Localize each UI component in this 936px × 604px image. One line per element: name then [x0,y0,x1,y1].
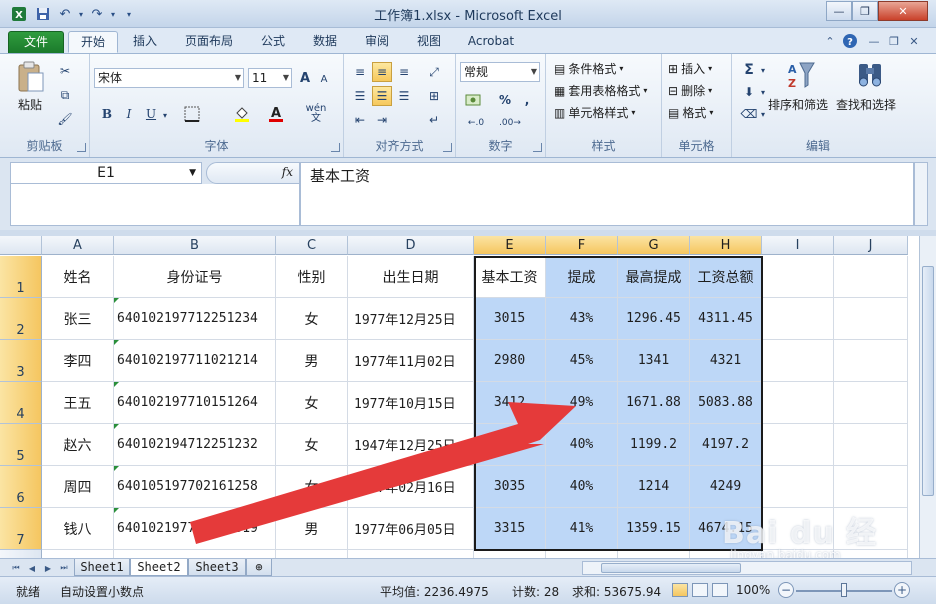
prev-sheet-icon[interactable]: ◀ [26,562,38,574]
next-sheet-icon[interactable]: ▶ [42,562,54,574]
sheet-tab-bar: ⏮ ◀ ▶ ⏭ Sheet1 Sheet2 Sheet3 ⊕ [0,558,936,576]
page-break-view-icon[interactable] [712,583,728,597]
annotation-arrow [190,402,576,544]
zoom-level[interactable]: 100% [736,583,770,597]
status-ready: 就绪 [16,585,41,599]
page-layout-view-icon[interactable] [692,583,708,597]
horizontal-scrollbar[interactable] [582,561,912,575]
sheet-tab-sheet3[interactable]: Sheet3 [188,559,246,576]
status-sum: 求和: 53675.94 [572,585,662,599]
arrow-shape [190,402,576,544]
status-auto-decimal: 自动设置小数点 [60,585,145,599]
status-average: 平均值: 2236.4975 [380,585,489,599]
normal-view-icon[interactable] [672,583,688,597]
sheet-tab-sheet2[interactable]: Sheet2 [130,559,188,576]
last-sheet-icon[interactable]: ⏭ [58,562,70,574]
horizontal-scroll-thumb[interactable] [601,563,741,573]
status-bar: 就绪 自动设置小数点 平均值: 2236.4975 计数: 28 求和: 536… [0,576,936,604]
insert-sheet-icon[interactable]: ⊕ [246,559,272,576]
zoom-out-button[interactable]: − [778,582,794,598]
first-sheet-icon[interactable]: ⏮ [10,562,22,574]
zoom-in-button[interactable]: + [894,582,910,598]
zoom-slider-thumb[interactable] [841,583,847,597]
status-count: 计数: 28 [512,585,560,599]
sheet-tab-sheet1[interactable]: Sheet1 [74,559,130,576]
